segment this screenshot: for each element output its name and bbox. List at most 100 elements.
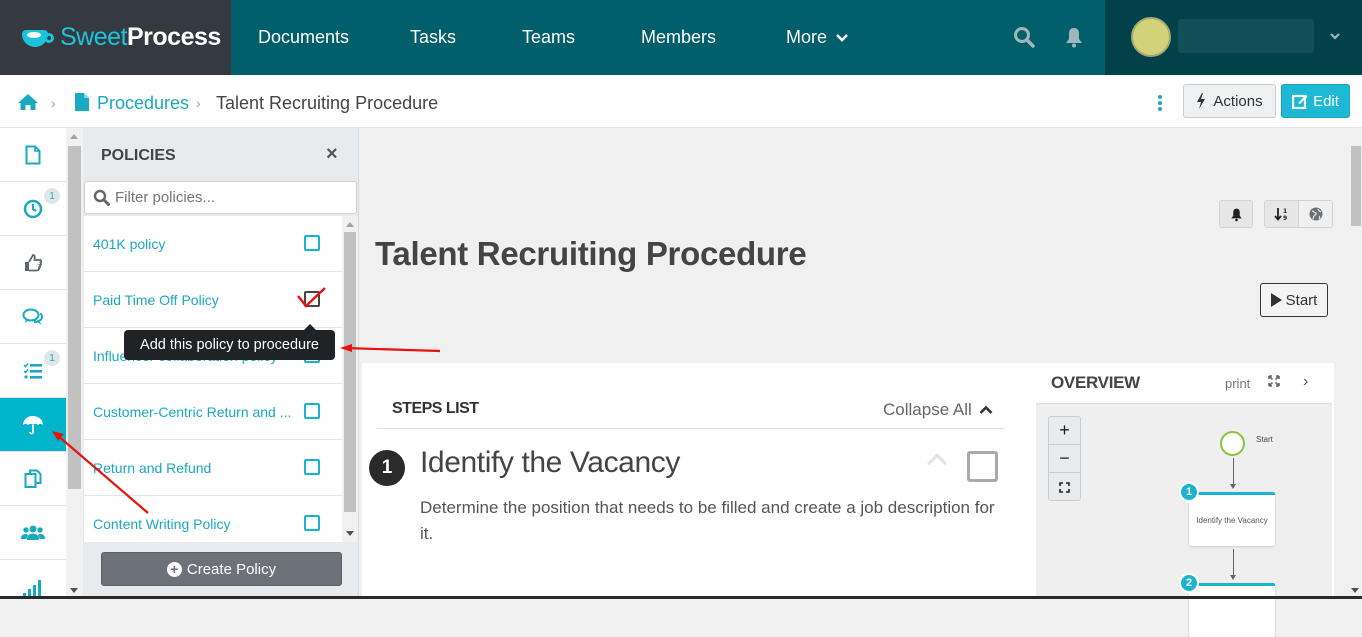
step-title[interactable]: Identify the Vacancy [420, 446, 680, 480]
search-icon [1014, 27, 1035, 48]
flow-step-node[interactable]: Identify the Vacancy [1189, 492, 1275, 546]
chevron-down-icon [836, 34, 848, 42]
umbrella-icon [23, 415, 43, 434]
nav-documents[interactable]: Documents [258, 27, 349, 48]
collapse-all-label: Collapse All [883, 400, 972, 419]
policy-checkbox[interactable] [304, 235, 320, 251]
collapse-step-chevron-icon[interactable] [927, 453, 947, 473]
sidebar-item-teams[interactable] [0, 506, 66, 560]
breadcrumb: › Procedures › Talent Recruiting Procedu… [0, 75, 1362, 128]
print-link[interactable]: print [1225, 376, 1250, 391]
sidebar-item-comments[interactable] [0, 290, 66, 344]
sidebar-scrollbar-thumb[interactable] [68, 146, 81, 489]
policy-item[interactable]: 401K policy [84, 216, 342, 272]
policy-checkbox[interactable] [304, 515, 320, 531]
scroll-down-arrow-icon[interactable] [70, 588, 78, 593]
chevron-down-icon[interactable] [1329, 32, 1341, 42]
sort-numeric-button[interactable]: 19 [1265, 201, 1299, 227]
close-icon[interactable]: × [326, 143, 338, 166]
step-number-badge: 1 [369, 450, 405, 486]
zoom-out-button[interactable]: − [1049, 445, 1080, 473]
nav-members[interactable]: Members [641, 27, 716, 48]
scroll-down-arrow-icon[interactable] [1351, 588, 1359, 593]
policy-checkbox[interactable] [304, 403, 320, 419]
home-link[interactable] [17, 93, 39, 116]
nav-tasks[interactable]: Tasks [410, 27, 456, 48]
next-chevron-icon[interactable]: › [1303, 373, 1308, 391]
sidebar-item-copies[interactable] [0, 452, 66, 506]
scroll-up-arrow-icon[interactable] [70, 134, 78, 139]
actions-button[interactable]: Actions [1183, 84, 1276, 118]
step-complete-checkbox[interactable] [967, 451, 998, 482]
edit-icon [1292, 94, 1308, 109]
policy-name[interactable]: Customer-Centric Return and ... [93, 404, 291, 420]
notifications-button[interactable] [1064, 26, 1084, 53]
bell-icon [1230, 208, 1242, 221]
sidebar-item-stats[interactable] [0, 560, 66, 614]
breadcrumb-separator: › [51, 95, 56, 111]
edit-button[interactable]: Edit [1281, 84, 1350, 118]
collapse-all-button[interactable]: Collapse All [883, 400, 993, 420]
flow-connector [1233, 549, 1234, 577]
checklist-count-badge: 1 [44, 350, 60, 366]
create-policy-button[interactable]: + Create Policy [101, 552, 342, 586]
brand-name-sweet: Sweet [60, 23, 127, 51]
copy-icon [24, 469, 42, 488]
sidebar-scrollbar[interactable] [66, 128, 83, 599]
sidebar-item-policies[interactable] [0, 398, 66, 452]
start-label: Start [1285, 291, 1318, 309]
sweetprocess-logo[interactable]: SweetProcess [0, 0, 231, 75]
policy-name[interactable]: Content Writing Policy [93, 516, 230, 532]
zoom-in-button[interactable]: + [1049, 417, 1080, 445]
policy-name[interactable]: 401K policy [93, 236, 165, 252]
flow-start-node[interactable] [1220, 431, 1245, 456]
scroll-up-arrow-icon[interactable] [346, 222, 354, 227]
subscribe-notifications-button[interactable] [1219, 200, 1253, 228]
overview-flowchart[interactable]: + − Start Identify the Vacancy 1 2 [1036, 403, 1332, 637]
signal-icon [23, 580, 41, 597]
policies-scrollbar[interactable] [342, 216, 358, 542]
nav-teams[interactable]: Teams [522, 27, 575, 48]
globe-view-button[interactable] [1299, 201, 1332, 227]
policy-checkbox[interactable] [304, 459, 320, 475]
search-button[interactable] [1013, 26, 1035, 53]
clock-icon [23, 199, 43, 218]
main-scrollbar-thumb[interactable] [1351, 146, 1361, 226]
filter-policies-field[interactable] [84, 181, 357, 214]
sidebar-item-document[interactable] [0, 128, 66, 182]
scroll-down-arrow-icon[interactable] [346, 531, 354, 536]
flow-start-label: Start [1256, 435, 1273, 444]
flow-arrow-icon [1230, 484, 1236, 489]
policy-name[interactable]: Paid Time Off Policy [93, 292, 219, 308]
policy-item[interactable]: Content Writing Policy [84, 496, 342, 542]
user-menu[interactable] [1105, 0, 1362, 75]
main-scrollbar[interactable] [1349, 128, 1362, 599]
breadcrumb-procedures[interactable]: Procedures [97, 93, 189, 114]
chevron-up-icon [979, 405, 992, 414]
avatar[interactable] [1131, 17, 1171, 57]
policies-scrollbar-thumb[interactable] [344, 232, 356, 512]
document-icon [25, 145, 41, 164]
edit-label: Edit [1313, 92, 1339, 110]
add-policy-tooltip: Add this policy to procedure [124, 324, 335, 360]
expand-icon[interactable] [1268, 375, 1280, 387]
sort-numeric-icon: 19 [1273, 208, 1287, 221]
sidebar-item-checklist[interactable]: 1 [0, 344, 66, 398]
policy-name[interactable]: Return and Refund [93, 460, 211, 476]
more-options-button[interactable] [1158, 95, 1162, 113]
sidebar-item-approvals[interactable] [0, 236, 66, 290]
policy-item[interactable]: Paid Time Off Policy [84, 272, 342, 328]
divider [377, 428, 1004, 429]
filter-policies-input[interactable] [115, 189, 345, 206]
flow-step-node[interactable] [1189, 583, 1275, 637]
sidebar-item-history[interactable]: 1 [0, 182, 66, 236]
nav-more[interactable]: More [786, 27, 848, 48]
breadcrumb-current: Talent Recruiting Procedure [216, 93, 439, 113]
policy-item[interactable]: Customer-Centric Return and ... [84, 384, 342, 440]
top-navigation-bar: SweetProcess Documents Tasks Teams Membe… [0, 0, 1362, 75]
start-button[interactable]: Start [1260, 283, 1328, 317]
policy-item[interactable]: Return and Refund [84, 440, 342, 496]
zoom-controls: + − [1048, 416, 1081, 501]
bolt-icon [1197, 93, 1206, 109]
fit-screen-button[interactable] [1049, 473, 1080, 501]
